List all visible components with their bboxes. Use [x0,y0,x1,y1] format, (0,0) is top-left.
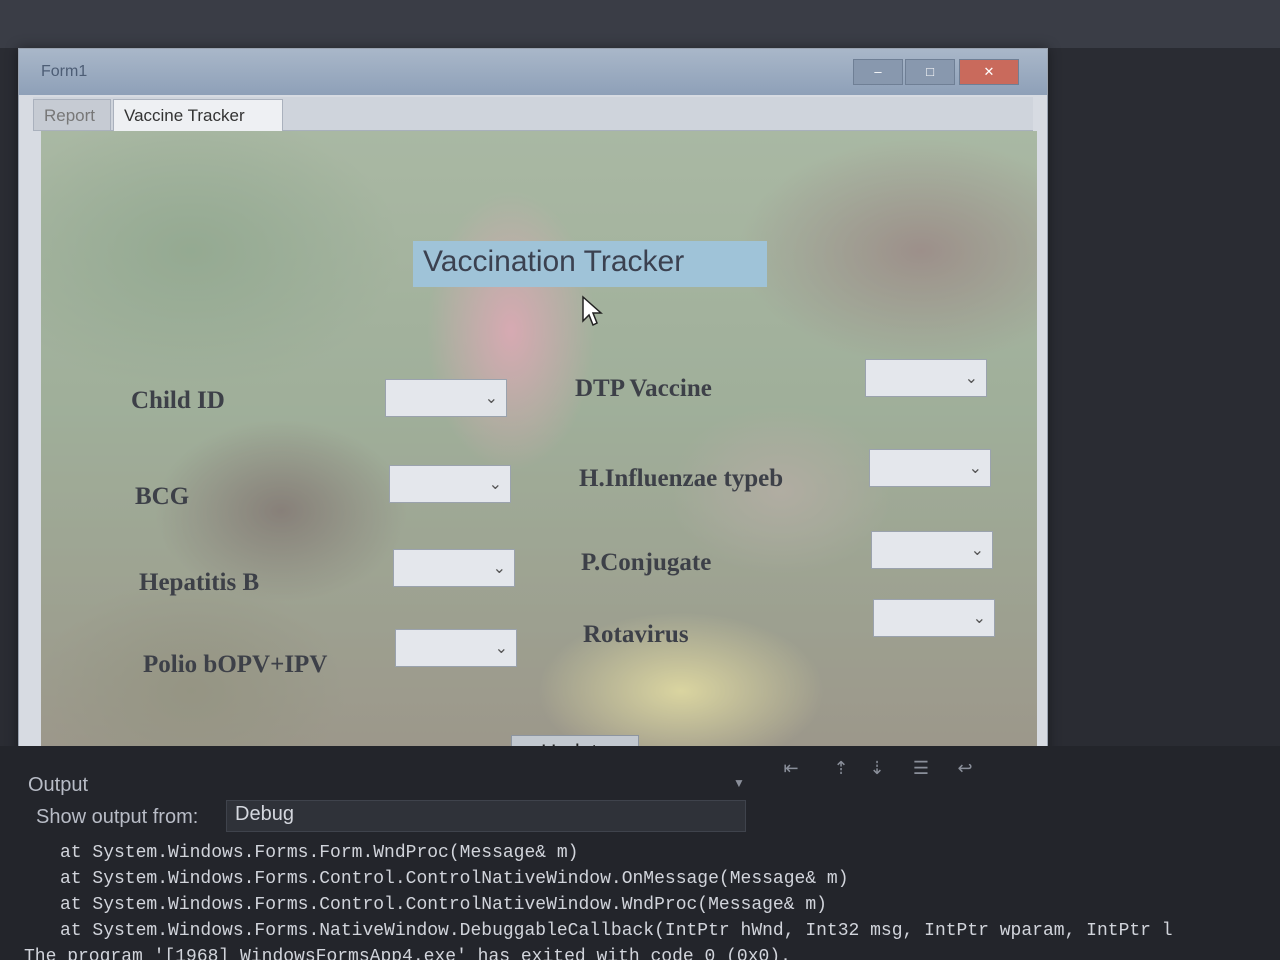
tab-vaccine-tracker[interactable]: Vaccine Tracker [113,99,283,131]
form-window: Form1 – □ ✕ Report Vaccine Tracker Vacci… [18,48,1048,758]
output-pane: Output ▼ ⇤ ⇡ ⇣ ☰ ↩ Show output from: Deb… [0,746,1280,960]
dropdown-arrow-icon[interactable]: ▼ [733,776,745,790]
label-p-conjugate: P.Conjugate [581,549,712,576]
background-photo-panel: Vaccination Tracker Child ID ⌄ BCG ⌄ Hep… [41,131,1037,757]
hepatitis-b-combo[interactable]: ⌄ [393,549,515,587]
rotavirus-combo[interactable]: ⌄ [873,599,995,637]
h-influenzae-combo[interactable]: ⌄ [869,449,991,487]
chevron-down-icon: ⌄ [488,476,502,493]
output-log[interactable]: at System.Windows.Forms.Form.WndProc(Mes… [24,840,1260,960]
chevron-down-icon: ⌄ [484,390,498,407]
log-line: at System.Windows.Forms.Form.WndProc(Mes… [60,843,579,863]
log-line: The program '[1968] WindowsFormsApp4.exe… [24,947,791,960]
title-bar[interactable]: Form1 – □ ✕ [19,49,1047,95]
word-wrap-icon[interactable]: ↩ [952,758,978,784]
tab-report[interactable]: Report [33,99,111,131]
page-title: Vaccination Tracker [413,241,767,287]
close-button[interactable]: ✕ [959,59,1019,85]
dtp-vaccine-combo[interactable]: ⌄ [865,359,987,397]
next-message-icon[interactable]: ⇣ [864,758,890,784]
log-line: at System.Windows.Forms.NativeWindow.Deb… [60,921,1173,941]
log-line: at System.Windows.Forms.Control.ControlN… [60,895,827,915]
label-rotavirus: Rotavirus [583,621,689,648]
minimize-button[interactable]: – [853,59,903,85]
find-icon[interactable]: ⇤ [778,758,804,784]
clear-all-icon[interactable]: ☰ [908,758,934,784]
chevron-down-icon: ⌄ [964,370,978,387]
output-title: Output [28,774,89,796]
chevron-down-icon: ⌄ [970,542,984,559]
chevron-down-icon: ⌄ [494,640,508,657]
ide-tab-strip [0,0,1280,48]
child-id-combo[interactable]: ⌄ [385,379,507,417]
tab-strip: Report Vaccine Tracker [33,97,1033,131]
log-line: at System.Windows.Forms.Control.ControlN… [60,869,849,889]
p-conjugate-combo[interactable]: ⌄ [871,531,993,569]
label-bcg: BCG [135,483,190,510]
chevron-down-icon: ⌄ [968,460,982,477]
output-source-select[interactable]: Debug [226,800,746,832]
label-polio: Polio bOPV+IPV [143,651,328,678]
maximize-button[interactable]: □ [905,59,955,85]
chevron-down-icon: ⌄ [972,610,986,627]
show-output-label: Show output from: [36,806,199,828]
chevron-down-icon: ⌄ [492,560,506,577]
prev-message-icon[interactable]: ⇡ [828,758,854,784]
label-child-id: Child ID [131,387,225,414]
polio-combo[interactable]: ⌄ [395,629,517,667]
mouse-pointer-icon [582,295,603,327]
label-h-influenzae: H.Influenzae typeb [579,465,784,492]
window-title: Form1 [41,63,88,80]
label-dtp-vaccine: DTP Vaccine [575,375,712,402]
label-hepatitis-b: Hepatitis B [139,569,260,596]
bcg-combo[interactable]: ⌄ [389,465,511,503]
